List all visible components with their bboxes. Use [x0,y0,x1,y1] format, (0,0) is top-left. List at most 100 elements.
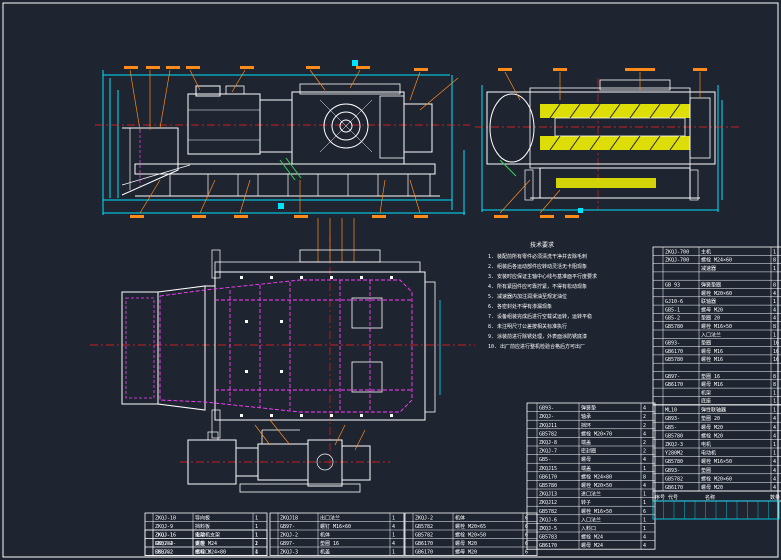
front-elevation-view [95,60,470,218]
bom-cell-name: 螺母 M20 [701,484,723,491]
bom-cell-code: GB5-1 [665,307,680,313]
bom-cell-qty: 1 [643,500,646,506]
bom-cell-name: 联轴器 [701,298,716,305]
bom-cell-code: GB5780 [665,433,683,439]
bom-cell-name: 弹性联轴器 [701,407,726,414]
bom-cell-qty: 4 [773,307,776,313]
bom-cell-code: ZKQJ-2 [415,516,433,522]
bom-cell-name: 螺母 M24 [581,542,603,549]
bom-cell-name: 导向板 [195,515,210,522]
bom-cell-name: 机体 [320,532,330,539]
cad-drawing-sheet: 技术要求 1. 装配前所有零件必须清洗干净并去除毛刺 2. 组装后各运动部件应转动… [0,0,781,560]
bom-cell-code: ZKQJ13 [539,492,557,498]
bom-cell-code: GB6170 [539,474,557,480]
bom-cell-qty: 8 [773,374,776,380]
bom-cell-code: GB5782 [155,550,173,556]
bom-cell-code: GJ10-6 [665,299,683,305]
note-line: 9. 涂装前进行除锈处理，外表面涂防锈底漆 [488,333,587,340]
bom-cell-qty: 4 [392,524,395,530]
bom-cell-code: ML10 [665,408,677,414]
bom-cell-qty: 2 [643,414,646,420]
bom-cell-qty: 1 [773,451,776,457]
bom-cell-qty: 1 [773,390,776,396]
bom-cell-qty: 4 [643,457,646,463]
bom-cell-qty: 2 [643,423,646,429]
bom-cell-name: 螺栓 M24 [581,534,603,541]
bom-cell-name: 螺栓 M24×60 [701,257,732,264]
bom-cell-name: 螺母 [581,456,591,463]
bom-cell-code: GB5780 [665,459,683,465]
bom-cell-qty: 8 [773,258,776,264]
bom-cell-name: 螺栓 M20×60 [701,475,732,482]
bom-table-right: ZKQJ-700 主机 1 ZKQJ-700 螺栓 M24×60 8 减速器 1 GB 93 弹簧… [652,246,781,406]
bom-cell-code: GB5-2 [665,316,680,322]
bom-cell-name: 弹簧垫 [581,405,596,412]
bom-cell-qty: 1 [255,516,258,522]
bom-cell-qty: 1 [773,442,776,448]
note-line: 8. 未注明尺寸公差按相关标准执行 [488,323,567,330]
bom-cell-qty: 1 [773,408,776,414]
bom-cell-code: Y280M2 [665,451,683,457]
bom-cell-qty: 6 [525,533,528,539]
bom-cell-code: GB5780 [665,324,683,330]
bom-cell-name: 螺栓 M20×70 [581,430,612,437]
bom-cell-code: ZKQJ-6 [539,517,557,523]
bom-cell-name: 减速器 [701,265,716,272]
bom-cell-name: 螺栓 M16×50 [701,458,732,465]
bom-cell-name: 机盖 [320,549,330,556]
note-line: 10. 出厂前应进行整机检验合格后方可出厂 [488,343,585,350]
bom-cell-name: 垫圈 [701,340,711,347]
bom-cell-qty: 16 [773,341,779,347]
bom-cell-qty: 4 [643,543,646,549]
side-section-view [475,68,740,218]
bom-cell-qty: 1 [773,266,776,272]
bom-cell-qty: 6 [525,550,528,556]
bom-cell-name: 螺母 M20 [701,424,723,431]
bom-cell-code: ZKQJ-3 [665,442,683,448]
bom-cell-qty: 4 [773,476,776,482]
bom-cell-qty: 6 [525,516,528,522]
bom-cell-code: GB6170 [665,349,683,355]
bom-cell-code: ZKQJ-7 [539,449,557,455]
bom-header-cell: 代号 [668,494,678,501]
bom-cell-name: 挡环 [581,422,591,429]
bom-cell-code: GB5780 [539,483,557,489]
bom-cell-qty: 1 [773,299,776,305]
bom-cell-qty: 1 [643,466,646,472]
bom-cell-code: GB5782 [539,509,557,515]
bom-table-bottom-third: ZKQJ-2 机体 6 GB5782 螺栓 M20×65 6 GB5782 螺栓 M20×50… [404,512,538,556]
bom-cell-name: 螺钉 M16×60 [320,523,351,530]
bom-cell-code: GB93- [665,341,680,347]
bom-cell-qty: 4 [255,550,258,556]
note-line: 6. 各密封处不得有渗漏现象 [488,303,552,310]
bom-cell-name: 螺栓 M16×50 [581,508,612,515]
note-line: 1. 装配前所有零件必须清洗干净并去除毛刺 [488,253,587,260]
bom-cell-qty: 1 [255,524,258,530]
bom-cell-qty: 1 [392,550,395,556]
bom-cell-qty: 6 [525,541,528,547]
bom-cell-code: ZKQJ18 [280,516,298,522]
note-line: 3. 安装时应保证主轴中心线与基准面平行度要求 [488,273,597,280]
bom-cell-code: GB5782 [415,533,433,539]
bom-cell-qty: 1 [643,526,646,532]
bom-cell-name: 进口法兰 [581,491,601,498]
bom-cell-code: GB5- [665,425,677,431]
notes-title: 技术要求 [530,241,554,249]
bom-cell-qty: 4 [773,485,776,491]
bom-cell-qty: 4 [773,416,776,422]
bom-cell-qty: 1 [392,533,395,539]
bom-cell-name: 垫圈 16 [701,373,720,380]
bom-table-bottom-mid: ZKQJ18 出口法兰 1 GB97- 螺钉 M16×60 4 ZKQJ-2 机体 1 GB97-… [269,512,405,556]
bom-cell-name: 螺栓 M20×50 [455,532,486,539]
bom-cell-code: ZKQJ-4 [155,541,173,547]
bom-cell-qty: 8 [643,474,646,480]
bom-cell-name: 端盖 [581,439,591,446]
bom-cell-qty: 2 [643,440,646,446]
bom-cell-name: 垫圈 20 [701,415,720,422]
bom-cell-code: ZKQJ-3 [280,550,298,556]
bom-cell-name: 密封圈 [581,448,596,455]
bom-cell-qty: 8 [773,324,776,330]
bom-cell-name: 机体 [455,515,465,522]
bom-cell-name: 螺母 M16 [701,381,723,388]
bom-cell-qty: 1 [643,492,646,498]
